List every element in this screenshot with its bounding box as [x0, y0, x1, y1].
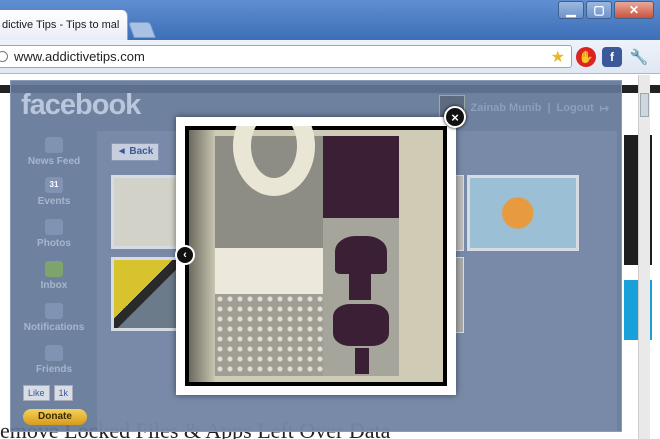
donate-button[interactable]: Donate — [23, 409, 87, 425]
like-widget: Like 1k — [23, 385, 74, 401]
notifications-icon — [45, 303, 63, 319]
logout-icon[interactable]: ↦ — [600, 102, 609, 115]
friends-icon — [45, 345, 63, 361]
nav-label: Photos — [37, 238, 71, 249]
artwork-pattern-block — [215, 294, 323, 376]
url-text: www.addictivetips.com — [14, 49, 145, 64]
artwork-ornament — [335, 236, 387, 274]
nav-photos[interactable]: Photos — [11, 219, 97, 249]
bookmark-star-icon[interactable]: ★ — [551, 47, 565, 67]
stop-extension-icon[interactable]: ✋ — [576, 47, 596, 67]
close-window-button[interactable]: ✕ — [614, 1, 654, 19]
browser-titlebar: dictive Tips - Tips to mal ▁ ▢ ✕ — [0, 0, 660, 40]
globe-icon — [0, 51, 8, 62]
artwork-ornament — [349, 274, 371, 300]
nav-label: Friends — [35, 364, 73, 375]
close-icon[interactable]: × — [444, 106, 466, 128]
user-name[interactable]: Zainab Munib — [471, 102, 542, 114]
page-scrollbar[interactable] — [638, 75, 650, 439]
nav-label: Notifications — [23, 322, 85, 333]
nav-notifications[interactable]: Notifications — [11, 303, 97, 333]
nav-events[interactable]: 31 Events — [11, 177, 97, 207]
artwork-ornament — [333, 304, 389, 346]
wrench-icon[interactable]: 🔧 — [628, 47, 650, 67]
photo-lightbox — [176, 117, 456, 395]
nav-friends[interactable]: Friends — [11, 345, 97, 375]
artwork-purple-block — [323, 136, 399, 218]
previous-photo-icon[interactable]: ‹ — [175, 245, 195, 265]
nav-label: Inbox — [40, 280, 68, 291]
artwork-panel — [215, 126, 399, 376]
minimize-button[interactable]: ▁ — [558, 1, 584, 19]
scroll-thumb[interactable] — [640, 93, 649, 117]
like-button[interactable]: Like — [23, 385, 50, 401]
calendar-icon: 31 — [45, 177, 63, 193]
artwork-light-block — [215, 248, 323, 294]
browser-toolbar: www.addictivetips.com ★ ✋ f 🔧 — [0, 40, 660, 74]
photo-canvas — [189, 126, 443, 382]
address-bar[interactable]: www.addictivetips.com ★ — [0, 45, 572, 68]
new-tab-button[interactable] — [128, 22, 156, 38]
facebook-extension-icon[interactable]: f — [602, 47, 622, 67]
nav-label: News Feed — [27, 156, 81, 167]
window-controls: ▁ ▢ ✕ — [558, 1, 654, 19]
back-button[interactable]: ◄ Back — [111, 143, 159, 161]
photos-icon — [45, 219, 63, 235]
artwork-ornament — [355, 348, 369, 374]
photo-thumbnail[interactable] — [111, 175, 179, 249]
inbox-icon — [45, 261, 63, 277]
photo-thumbnail[interactable] — [467, 175, 579, 251]
facebook-logo: facebook — [21, 89, 141, 121]
nav-label: Events — [37, 196, 71, 207]
maximize-button[interactable]: ▢ — [586, 1, 612, 19]
browser-tab[interactable]: dictive Tips - Tips to mal — [0, 10, 128, 40]
user-separator: | — [547, 102, 551, 114]
house-icon — [45, 137, 63, 153]
like-count: 1k — [53, 385, 74, 401]
nav-inbox[interactable]: Inbox — [11, 261, 97, 291]
enlarged-photo — [185, 126, 447, 386]
photo-thumbnail[interactable] — [111, 257, 179, 331]
nav-news-feed[interactable]: News Feed — [11, 137, 97, 167]
logout-link[interactable]: Logout — [557, 102, 594, 114]
